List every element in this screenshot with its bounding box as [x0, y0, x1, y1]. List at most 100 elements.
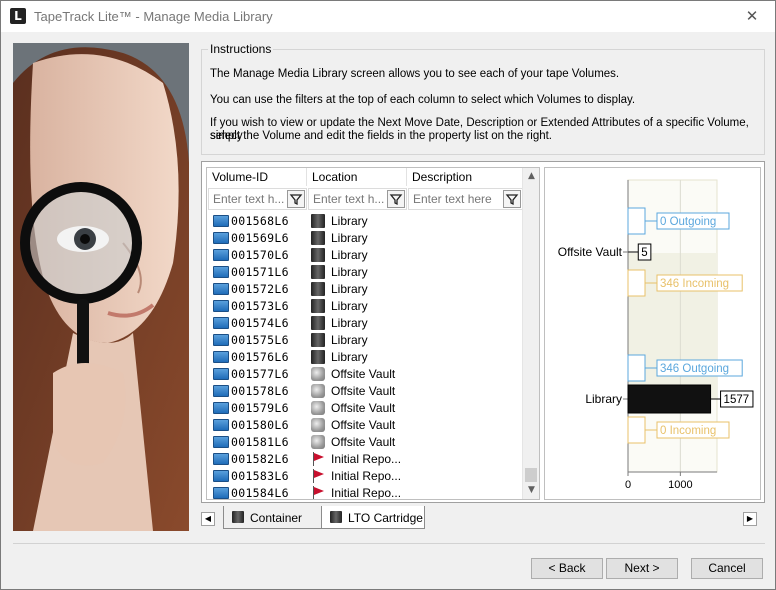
y-category-label: Offsite Vault — [558, 245, 623, 259]
location-text: Offsite Vault — [331, 435, 396, 449]
volume-id-cell: 001582L6 — [211, 452, 306, 467]
table-row[interactable]: 001580L6 Offsite Vault — [207, 417, 523, 434]
tape-volume-icon — [213, 487, 229, 499]
tape-volume-icon — [213, 300, 229, 312]
table-row[interactable]: 001569L6 Library — [207, 230, 523, 247]
table-row[interactable]: 001579L6 Offsite Vault — [207, 400, 523, 417]
volume-id-text: 001568L6 — [231, 214, 289, 228]
table-row[interactable]: 001575L6 Library — [207, 332, 523, 349]
back-button[interactable]: < Back — [531, 558, 603, 579]
library-location-icon — [311, 282, 325, 296]
table-row[interactable]: 001577L6 Offsite Vault — [207, 366, 523, 383]
close-button[interactable]: ✕ — [729, 1, 775, 32]
volume-id-text: 001569L6 — [231, 231, 289, 245]
next-button[interactable]: Next > — [606, 558, 678, 579]
location-text: Library — [331, 265, 368, 279]
table-row[interactable]: 001573L6 Library — [207, 298, 523, 315]
instructions-legend: Instructions — [208, 42, 274, 56]
volume-id-cell: 001583L6 — [211, 469, 306, 484]
tape-volume-icon — [213, 351, 229, 363]
table-row[interactable]: 001583L6 Initial Repo... — [207, 468, 523, 485]
cartridge-icon — [232, 511, 244, 523]
location-text: Offsite Vault — [331, 418, 396, 432]
tape-volume-icon — [213, 232, 229, 244]
volume-id-cell: 001584L6 — [211, 486, 306, 499]
description-filter-placeholder: Enter text here — [413, 192, 492, 206]
data-label-text: 5 — [641, 247, 647, 259]
location-cell: Offsite Vault — [309, 367, 409, 382]
tape-volume-icon — [213, 436, 229, 448]
funnel-filter-icon[interactable] — [287, 190, 305, 208]
funnel-filter-icon[interactable] — [503, 190, 521, 208]
table-row[interactable]: 001576L6 Library — [207, 349, 523, 366]
table-row[interactable]: 001584L6 Initial Repo... — [207, 485, 523, 499]
table-row[interactable]: 001582L6 Initial Repo... — [207, 451, 523, 468]
volume-id-cell: 001572L6 — [211, 282, 306, 297]
location-chart: 0 1000 Offsite Vault 0 Outgoing 5 346 Incomin… — [544, 167, 761, 500]
location-filter[interactable]: Enter text h... — [308, 188, 407, 210]
tape-volume-icon — [213, 470, 229, 482]
outgoing-bar — [627, 207, 646, 235]
table-row[interactable]: 001572L6 Library — [207, 281, 523, 298]
volume-grid[interactable]: Volume-ID Location Description Enter tex… — [206, 167, 540, 500]
location-cell: Offsite Vault — [309, 435, 409, 450]
tab-scroll-right-icon[interactable]: ▶ — [743, 512, 757, 526]
volume-id-cell: 001576L6 — [211, 350, 306, 365]
scroll-down-arrow-icon[interactable]: ▼ — [523, 482, 539, 499]
tape-volume-icon — [213, 385, 229, 397]
table-row[interactable]: 001574L6 Library — [207, 315, 523, 332]
volume-id-text: 001573L6 — [231, 299, 289, 313]
x-tick-label: 0 — [625, 479, 631, 491]
y-category-label: Library — [585, 392, 622, 406]
footer-separator — [13, 543, 765, 544]
description-filter[interactable]: Enter text here — [408, 188, 523, 210]
table-row[interactable]: 001578L6 Offsite Vault — [207, 383, 523, 400]
incoming-bar — [627, 269, 646, 297]
volume-id-cell: 001577L6 — [211, 367, 306, 382]
data-label-text: 346 Incoming — [660, 278, 729, 290]
cancel-button[interactable]: Cancel — [691, 558, 763, 579]
flag-location-icon — [311, 469, 325, 483]
volume-id-text: 001574L6 — [231, 316, 289, 330]
volume-id-text: 001575L6 — [231, 333, 289, 347]
data-label-text: 1577 — [724, 394, 750, 406]
tab-scroll-left-icon[interactable]: ◀ — [201, 512, 215, 526]
location-cell: Library — [309, 248, 409, 263]
library-location-icon — [311, 350, 325, 364]
funnel-filter-icon[interactable] — [387, 190, 405, 208]
table-row[interactable]: 001570L6 Library — [207, 247, 523, 264]
tab-container[interactable]: Container — [223, 506, 323, 529]
tapetrack-logo-icon: L — [10, 8, 26, 24]
location-text: Library — [331, 248, 368, 262]
location-cell: Initial Repo... — [309, 486, 409, 499]
table-row[interactable]: 001581L6 Offsite Vault — [207, 434, 523, 451]
tab-lto-cartridge[interactable]: LTO Cartridge — [321, 506, 425, 529]
column-header-location[interactable]: Location — [307, 168, 407, 186]
grid-vertical-scrollbar[interactable]: ▲ ▼ — [522, 168, 539, 499]
library-location-icon — [311, 316, 325, 330]
volume-id-text: 001576L6 — [231, 350, 289, 364]
volume-id-text: 001578L6 — [231, 384, 289, 398]
column-header-volume-id[interactable]: Volume-ID — [207, 168, 307, 186]
tab-container-label: Container — [250, 511, 303, 525]
location-text: Library — [331, 299, 368, 313]
volume-id-filter[interactable]: Enter text h... — [208, 188, 307, 210]
location-text: Initial Repo... — [331, 469, 402, 483]
window-title: TapeTrack Lite™ - Manage Media Library — [34, 9, 273, 24]
volume-id-cell: 001573L6 — [211, 299, 306, 314]
library-location-icon — [311, 231, 325, 245]
location-text: Library — [331, 316, 368, 330]
library-location-icon — [311, 333, 325, 347]
table-row[interactable]: 001568L6 Library — [207, 213, 523, 230]
location-cell: Offsite Vault — [309, 401, 409, 416]
media-type-tabs: ◀ Container LTO Cartridge ▶ — [201, 506, 765, 530]
location-cell: Initial Repo... — [309, 452, 409, 467]
vault-location-icon — [311, 418, 325, 432]
column-header-description[interactable]: Description — [407, 168, 523, 186]
scroll-thumb[interactable] — [525, 468, 537, 482]
location-text: Offsite Vault — [331, 384, 396, 398]
table-row[interactable]: 001571L6 Library — [207, 264, 523, 281]
scroll-up-arrow-icon[interactable]: ▲ — [523, 168, 539, 185]
location-text: Library — [331, 214, 368, 228]
location-text: Initial Repo... — [331, 452, 402, 466]
